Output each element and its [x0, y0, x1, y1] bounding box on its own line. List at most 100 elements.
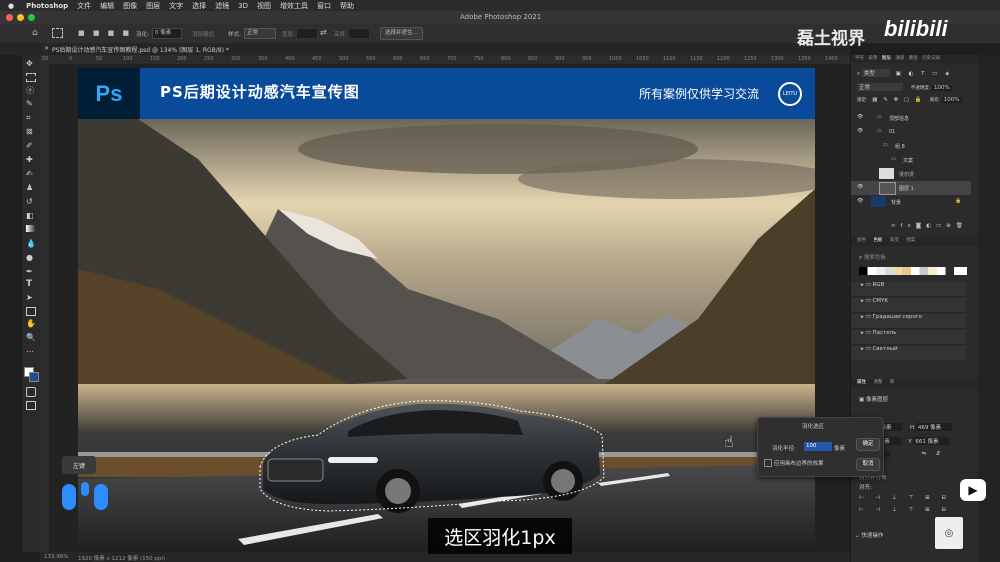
opacity-input[interactable]: 100% — [932, 85, 952, 91]
visibility-eye-icon[interactable]: 👁 — [857, 128, 863, 134]
layer-1[interactable]: 👁 图层 1 — [851, 181, 971, 195]
menu-select[interactable]: 选择 — [192, 1, 206, 11]
menu-plugins[interactable]: 增效工具 — [280, 1, 308, 11]
trash-icon[interactable]: 🗑 — [956, 223, 968, 229]
gradient-tool-icon[interactable] — [26, 225, 35, 232]
menu-image[interactable]: 图像 — [123, 1, 137, 11]
tab-paragraph[interactable]: 段落 — [868, 56, 877, 61]
chevron-down-icon[interactable]: ⌄ — [855, 533, 860, 539]
cancel-button[interactable]: 取消 — [856, 458, 880, 471]
more-tools-icon[interactable]: ⋯ — [26, 347, 34, 356]
tab-swatches[interactable]: 色板 — [873, 238, 882, 243]
healing-brush-icon[interactable]: ✚ — [26, 155, 33, 164]
tab-properties[interactable]: 属性 — [857, 380, 866, 385]
select-and-mask-button[interactable]: 选择并遮住... — [380, 27, 423, 40]
brush-tool-icon[interactable]: ✍ — [26, 169, 33, 178]
swatch-group-light[interactable]: ▸ ▭ Светлый — [851, 346, 966, 361]
crop-tool-icon[interactable]: ⌗ — [26, 113, 31, 123]
quick-select-icon[interactable]: ✎ — [26, 99, 33, 108]
swatch-search[interactable]: ⌕ 搜索色板 — [851, 253, 979, 262]
tab-color[interactable]: 颜色 — [857, 238, 866, 243]
fx-icon[interactable]: fx — [901, 223, 916, 229]
layer-background[interactable]: 👁 背景 🔒 — [851, 195, 971, 209]
tv-icon[interactable]: ▶ — [960, 479, 986, 501]
shape-tool-icon[interactable] — [26, 307, 36, 316]
tab-layers[interactable]: 图层 — [882, 56, 891, 61]
screen-mode-icon[interactable] — [26, 401, 36, 410]
menu-window[interactable]: 窗口 — [317, 1, 331, 11]
swatch-group-rgb[interactable]: ▸ ▭ RGB — [851, 282, 966, 297]
distribute-icons[interactable]: ⊢ ⊣ ⊥ ⊤ ⊞ ⊟ — [851, 507, 979, 513]
swatch-group-pastel[interactable]: ▸ ▭ Пастель — [851, 330, 966, 345]
radius-input[interactable]: 100 — [804, 442, 832, 451]
swatch-group-cmyk[interactable]: ▸ ▭ CMYK — [851, 298, 966, 313]
style-select[interactable]: 正常 — [244, 28, 276, 39]
uploader-avatar[interactable]: ◎ — [935, 517, 963, 549]
move-tool-icon[interactable]: ✥ — [26, 59, 33, 68]
car-photo[interactable] — [78, 119, 815, 552]
tab-libraries[interactable]: 库 — [890, 380, 895, 385]
frame-tool-icon[interactable]: ⊠ — [26, 127, 33, 136]
dodge-tool-icon[interactable]: ● — [26, 253, 33, 262]
close-tab-icon[interactable]: × — [44, 45, 49, 52]
tab-patterns[interactable]: 图案 — [906, 238, 915, 243]
visibility-eye-icon[interactable]: 👁 — [857, 114, 863, 120]
marquee-tool-icon[interactable] — [52, 28, 63, 38]
antialias-checkbox[interactable]: 消除锯齿 — [192, 30, 214, 38]
apple-icon[interactable]: ● — [8, 2, 14, 10]
document-info[interactable]: 1920 像素 x 1212 像素 (150 ppi) — [78, 554, 165, 562]
fill-input[interactable]: 100% — [941, 97, 962, 103]
layer-top-info[interactable]: 👁 ▭ 顶部信息 — [851, 111, 971, 125]
tab-gradients[interactable]: 渐变 — [890, 238, 899, 243]
visibility-eye-icon[interactable]: 👁 — [857, 198, 863, 204]
width-input[interactable] — [296, 28, 318, 39]
swatch-search-input[interactable]: 搜索色板 — [864, 255, 886, 261]
layer-kind-select[interactable]: 类型 — [861, 69, 890, 77]
visibility-eye-icon[interactable]: 👁 — [857, 184, 863, 190]
link-icon[interactable]: ∞ — [891, 223, 901, 229]
clone-stamp-icon[interactable]: ♟ — [26, 183, 33, 192]
background-color-swatch[interactable] — [29, 372, 39, 382]
tab-paths[interactable]: 路径 — [909, 56, 918, 61]
zoom-tool-icon[interactable]: 🔍 — [26, 333, 36, 342]
marquee-tool-icon[interactable] — [26, 73, 36, 82]
close-window-button[interactable] — [6, 14, 13, 21]
tab-adjustments[interactable]: 调整 — [873, 380, 882, 385]
lock-icons[interactable]: ▦ ✎ ✥ ▢ 🔒 — [872, 97, 923, 103]
menu-file[interactable]: 文件 — [77, 1, 91, 11]
ok-button[interactable]: 确定 — [856, 438, 880, 451]
menu-edit[interactable]: 编辑 — [100, 1, 114, 11]
path-select-icon[interactable]: ➤ — [26, 293, 33, 302]
menu-help[interactable]: 帮助 — [340, 1, 354, 11]
eraser-icon[interactable]: ◧ — [26, 211, 34, 220]
zoom-level[interactable]: 133.96% — [44, 554, 68, 560]
home-icon[interactable]: ⌂ — [32, 28, 38, 38]
history-brush-icon[interactable]: ↺ — [26, 197, 33, 206]
h-input[interactable]: 469 像素 — [915, 423, 952, 431]
layer-group-copy[interactable]: ▭ 文案 — [851, 153, 971, 167]
blur-tool-icon[interactable]: 💧 — [26, 239, 36, 248]
minimize-window-button[interactable] — [17, 14, 24, 21]
adjustment-icon[interactable]: ◐ — [926, 223, 936, 229]
edge-checkbox[interactable] — [764, 459, 772, 467]
menu-type[interactable]: 文字 — [169, 1, 183, 11]
feather-input[interactable]: 0 像素 — [152, 28, 182, 39]
new-group-icon[interactable]: ▭ — [936, 223, 946, 229]
tab-character[interactable]: 字符 — [855, 56, 864, 61]
document-tab[interactable]: PS后期设计动感汽车宣传图教程.psd @ 134% (图层 1, RGB/8)… — [52, 45, 229, 54]
quick-mask-icon[interactable] — [26, 387, 36, 397]
layer-volvo[interactable]: 沃尔沃 — [851, 167, 971, 181]
menu-layer[interactable]: 图层 — [146, 1, 160, 11]
eyedropper-icon[interactable]: ✐ — [26, 141, 33, 150]
menu-3d[interactable]: 3D — [238, 2, 248, 10]
mask-icon[interactable]: ◙ — [916, 223, 926, 229]
layer-group-8[interactable]: ▭ 组 8 — [851, 139, 971, 153]
filter-icons[interactable]: ▣ ◐ T ▭ ◈ — [896, 71, 953, 77]
pen-tool-icon[interactable]: ✒ — [26, 267, 33, 276]
menu-filter[interactable]: 滤镜 — [215, 1, 229, 11]
swap-icon[interactable]: ⇄ — [320, 28, 327, 37]
selection-mode-icons[interactable]: ■ ■ ■ ■ — [78, 29, 132, 37]
flip-icons[interactable]: ⇋ ⇵ — [921, 451, 944, 457]
tab-history[interactable]: 历史记录 — [922, 56, 940, 61]
artboard[interactable]: Ps PS后期设计动感汽车宣传图 所有案例仅供学习交流 LEITU — [78, 68, 815, 552]
